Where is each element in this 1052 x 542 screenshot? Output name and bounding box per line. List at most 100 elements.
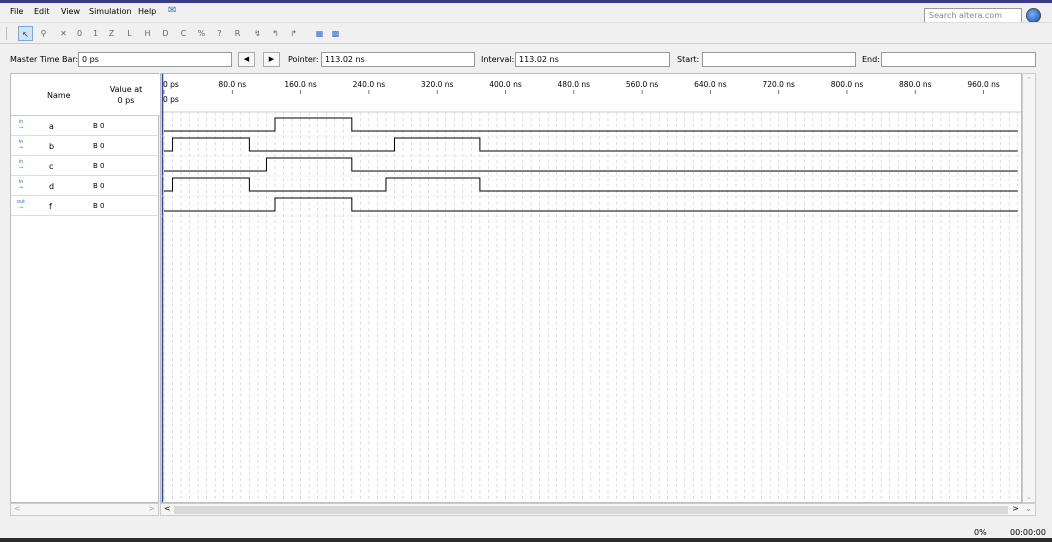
random-value-icon[interactable]: R bbox=[230, 26, 245, 41]
snap-to-grid-icon[interactable]: ↯ bbox=[250, 26, 265, 41]
help-chat-icon[interactable]: ✉ bbox=[168, 5, 176, 16]
waveform-canvas[interactable]: 0 ps 80.0 ns 160.0 ns 240.0 ns 320.0 ns 400.0… bbox=[161, 74, 1022, 503]
forcing-unknown-icon[interactable]: ✕ bbox=[56, 26, 71, 41]
scroll-right-icon[interactable]: > bbox=[148, 504, 155, 513]
dont-care-icon[interactable]: D bbox=[158, 26, 173, 41]
input-pin-icon: in → bbox=[18, 159, 24, 171]
time-tick-label: 640.0 ns bbox=[694, 80, 727, 89]
start-field[interactable] bbox=[702, 52, 856, 67]
scroll-down-icon[interactable]: ⌄ bbox=[1025, 504, 1032, 513]
horizontal-scrollbar[interactable]: < > ⌄ bbox=[160, 503, 1036, 516]
forcing-high-icon[interactable]: 1 bbox=[88, 26, 103, 41]
signal-name: c bbox=[49, 162, 54, 171]
weak-high-icon[interactable]: H bbox=[140, 26, 155, 41]
signal-row[interactable]: out → f B 0 bbox=[11, 196, 160, 216]
interval-label: Interval: bbox=[481, 55, 515, 64]
value-header-line1: Value at bbox=[109, 85, 143, 94]
input-pin-icon: in → bbox=[18, 139, 24, 151]
signal-name-panel: Name Value at 0 ps in → a B 0 in → b B 0 in → c B 0… bbox=[10, 73, 160, 503]
arbitrary-value-icon[interactable]: ↰ bbox=[268, 26, 283, 41]
grid-view-icon[interactable]: ▦ bbox=[312, 26, 327, 41]
signal-row[interactable]: in → a B 0 bbox=[11, 116, 160, 136]
menu-bar: File Edit View Simulation Help ✉ Search … bbox=[0, 3, 1052, 23]
input-pin-icon: in → bbox=[18, 119, 24, 131]
time-marker-label: 0 ps bbox=[163, 95, 179, 104]
high-impedance-icon[interactable]: Z bbox=[104, 26, 119, 41]
selection-tool-icon[interactable]: ↖ bbox=[18, 26, 33, 41]
menu-view[interactable]: View bbox=[61, 7, 80, 16]
next-transition-button[interactable]: ▶ bbox=[263, 52, 280, 67]
name-panel-scrollbar[interactable]: < > bbox=[10, 503, 159, 516]
signal-name: f bbox=[49, 202, 52, 211]
horizontal-scroll-thumb[interactable] bbox=[174, 506, 1008, 514]
signal-name: a bbox=[49, 122, 54, 131]
menu-file[interactable]: File bbox=[10, 7, 23, 16]
invert-icon[interactable]: C bbox=[176, 26, 191, 41]
count-value-icon[interactable]: % bbox=[194, 26, 209, 41]
time-tick-label: 80.0 ns bbox=[218, 80, 246, 89]
signal-value: B 0 bbox=[93, 162, 105, 170]
scroll-down-icon[interactable]: ⌄ bbox=[1026, 493, 1032, 501]
interval-field[interactable]: 113.02 ns bbox=[515, 52, 670, 67]
time-tick-label: 800.0 ns bbox=[831, 80, 864, 89]
menu-help[interactable]: Help bbox=[138, 7, 156, 16]
forcing-low-icon[interactable]: 0 bbox=[72, 26, 87, 41]
signal-row[interactable]: in → c B 0 bbox=[11, 156, 160, 176]
scroll-right-icon[interactable]: > bbox=[1012, 504, 1019, 513]
fit-window-icon[interactable]: ▩ bbox=[328, 26, 343, 41]
menu-simulation[interactable]: Simulation bbox=[89, 7, 132, 16]
time-tick-label: 880.0 ns bbox=[899, 80, 932, 89]
time-tick-label: 160.0 ns bbox=[284, 80, 317, 89]
overwrite-clock-icon[interactable]: ↱ bbox=[286, 26, 301, 41]
previous-transition-button[interactable]: ◀ bbox=[238, 52, 255, 67]
end-label: End: bbox=[862, 55, 880, 64]
value-column-header[interactable]: Value at 0 ps bbox=[101, 84, 151, 106]
vertical-scrollbar[interactable]: ⌃ ⌄ bbox=[1022, 73, 1036, 503]
signal-row[interactable]: in → b B 0 bbox=[11, 136, 160, 156]
input-pin-icon: in → bbox=[18, 179, 24, 191]
progress-text: 0% bbox=[974, 528, 987, 537]
time-tick-label: 0 ps bbox=[163, 80, 179, 89]
time-tick-label: 480.0 ns bbox=[558, 80, 591, 89]
waveform-c bbox=[164, 157, 1018, 172]
clock-value-icon[interactable]: ? bbox=[212, 26, 227, 41]
time-tick-label: 400.0 ns bbox=[489, 80, 522, 89]
signal-row[interactable]: in → d B 0 bbox=[11, 176, 160, 196]
time-tick-label: 240.0 ns bbox=[353, 80, 386, 89]
time-tick-label: 560.0 ns bbox=[626, 80, 659, 89]
scroll-left-icon[interactable]: < bbox=[164, 504, 171, 513]
time-controls: Master Time Bar: 0 ps ◀ ▶ Pointer: 113.0… bbox=[0, 50, 1052, 70]
end-field[interactable] bbox=[881, 52, 1036, 67]
start-label: Start: bbox=[677, 55, 700, 64]
waveform-editor-window: File Edit View Simulation Help ✉ Search … bbox=[0, 0, 1052, 542]
signal-value: B 0 bbox=[93, 122, 105, 130]
time-tick-label: 960.0 ns bbox=[967, 80, 1000, 89]
signal-name-header: Name Value at 0 ps bbox=[11, 74, 160, 116]
globe-icon[interactable] bbox=[1026, 8, 1041, 23]
elapsed-time-text: 00:00:00 bbox=[1010, 528, 1046, 537]
zoom-tool-icon[interactable]: ⚲ bbox=[36, 26, 51, 41]
pointer-field[interactable]: 113.02 ns bbox=[321, 52, 475, 67]
pointer-label: Pointer: bbox=[288, 55, 319, 64]
signal-value: B 0 bbox=[93, 202, 105, 210]
name-column-header[interactable]: Name bbox=[47, 91, 71, 100]
window-bottom-border bbox=[0, 538, 1052, 542]
search-input[interactable]: Search altera.com bbox=[924, 8, 1022, 23]
waveform-panel[interactable]: 0 ps 80.0 ns 160.0 ns 240.0 ns 320.0 ns 400.0… bbox=[160, 73, 1022, 503]
time-tick-label: 720.0 ns bbox=[762, 80, 795, 89]
master-time-bar-field[interactable]: 0 ps bbox=[78, 52, 232, 67]
time-tick-label: 320.0 ns bbox=[421, 80, 454, 89]
weak-low-icon[interactable]: L bbox=[122, 26, 137, 41]
master-time-bar-label: Master Time Bar: bbox=[10, 55, 79, 64]
toolbar-grip bbox=[6, 27, 7, 40]
signal-name: d bbox=[49, 182, 55, 191]
value-header-line2: 0 ps bbox=[117, 96, 135, 105]
signal-name: b bbox=[49, 142, 55, 151]
signal-value: B 0 bbox=[93, 182, 105, 190]
signal-value: B 0 bbox=[93, 142, 105, 150]
scroll-left-icon[interactable]: < bbox=[14, 504, 21, 513]
output-pin-icon: out → bbox=[16, 199, 26, 211]
menu-edit[interactable]: Edit bbox=[34, 7, 50, 16]
toolbar: ↖ ⚲ ✕ 0 1 Z L H D C % ? R ↯ ↰ ↱ ▦ ▩ bbox=[0, 22, 1052, 44]
scroll-up-icon[interactable]: ⌃ bbox=[1026, 76, 1032, 84]
